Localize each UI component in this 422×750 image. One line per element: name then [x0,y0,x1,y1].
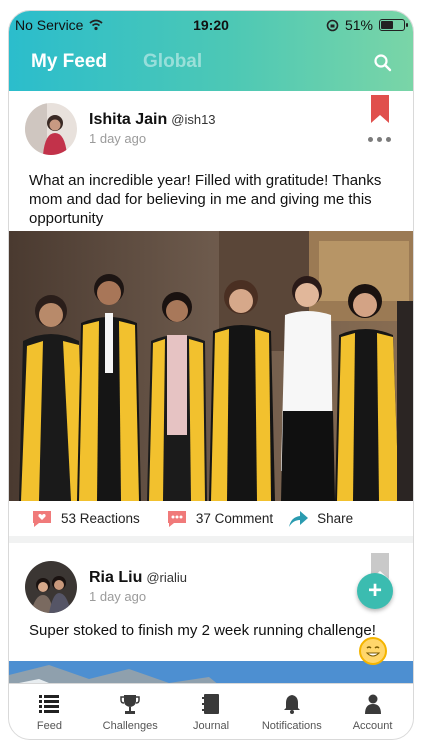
bottom-navigation: Feed Challenges Journal Notifications Ac… [9,683,413,739]
tab-my-feed[interactable]: My Feed [31,51,107,73]
feed-tabs: My Feed Global [31,51,202,73]
feed-icon [39,695,60,713]
trophy-icon [120,695,140,714]
phone-frame: No Service 19:20 51% My Feed Global Ishi… [8,10,414,740]
comments-button[interactable]: 37 Comment [166,509,273,529]
avatar[interactable] [25,103,77,155]
journal-icon [201,694,219,714]
status-bar: No Service 19:20 51% [9,17,413,37]
post-image[interactable] [9,661,413,683]
battery-percent: 51% [344,17,373,33]
share-label: Share [317,511,354,526]
nav-journal[interactable]: Journal [171,684,252,739]
tab-global[interactable]: Global [143,51,202,73]
nav-account[interactable]: Account [332,684,413,739]
avatar[interactable] [25,561,77,613]
person-icon [364,694,381,714]
smiley-reaction-icon[interactable] [357,635,389,667]
search-icon[interactable] [373,53,393,73]
nav-label: Account [352,720,393,732]
add-post-button[interactable]: + [357,573,393,609]
reactions-button[interactable]: 53 Reactions [31,509,140,529]
nav-notifications[interactable]: Notifications [251,684,332,739]
author-name: Ria Liu [89,569,143,586]
share-icon [289,510,309,527]
post-time: 1 day ago [89,589,147,604]
post-author[interactable]: Ishita Jain @ish13 [89,111,216,129]
post-text: Super stoked to finish my 2 week running… [29,622,376,639]
nav-label: Notifications [261,720,322,732]
post-image[interactable] [9,231,413,501]
bell-icon [283,695,300,714]
nav-label: Feed [36,720,62,732]
nav-feed[interactable]: Feed [9,684,90,739]
post-actions: 53 Reactions 37 Comment Share [9,501,413,536]
author-name: Ishita Jain [89,111,168,128]
bookmark-icon[interactable] [371,95,389,123]
share-button[interactable]: Share [287,509,353,529]
reaction-icon [33,510,51,527]
author-handle: @rialiu [146,570,187,585]
post-time: 1 day ago [89,131,147,146]
plus-icon: + [367,577,382,604]
more-options-icon[interactable] [368,137,391,142]
comments-count: 37 Comment [195,511,274,526]
post-text: What an incredible year! Filled with gra… [29,172,382,227]
post-card: Ishita Jain @ish13 1 day ago What an incr… [9,91,413,536]
nav-challenges[interactable]: Challenges [90,684,171,739]
post-card: Ria Liu @rialiu 1 day ago Super stoked to… [9,543,413,683]
app-header: No Service 19:20 51% My Feed Global [9,11,413,91]
rotation-lock-icon [326,19,339,31]
post-author[interactable]: Ria Liu @rialiu [89,569,187,587]
author-handle: @ish13 [171,112,216,127]
nav-label: Journal [192,720,230,732]
reactions-count: 53 Reactions [61,511,140,526]
comment-icon [167,510,186,527]
battery-icon [379,19,408,31]
nav-label: Challenges [102,720,158,732]
